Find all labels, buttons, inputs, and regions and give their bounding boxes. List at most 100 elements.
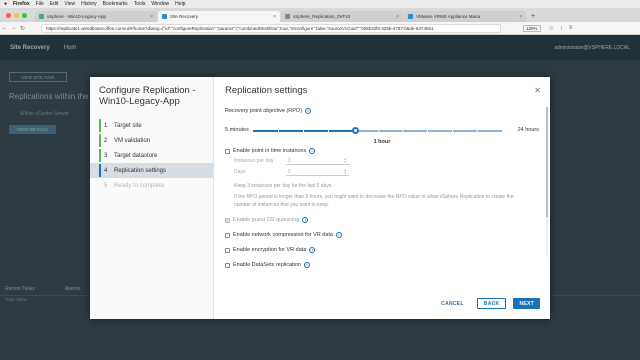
menu-bookmarks[interactable]: Bookmarks	[103, 1, 128, 7]
close-icon[interactable]: ✕	[534, 86, 541, 95]
replications-title: Replications within the	[9, 92, 89, 101]
tab-alarms[interactable]: Alarms	[65, 286, 81, 292]
wizard-step-replication-settings[interactable]: 4 Replication settings	[90, 163, 213, 178]
step-label: VM validation	[114, 137, 151, 144]
address-bar[interactable]: https://repliicate1.wiredbraincoffee.com…	[41, 23, 501, 33]
new-site-pair-button[interactable]: NEW SITE PAIR	[9, 72, 67, 82]
browser-tab[interactable]: VMware VRMS Appliance Mana ×	[404, 11, 526, 22]
info-icon[interactable]: i	[309, 148, 316, 154]
apple-icon[interactable]: ●	[4, 1, 10, 7]
slider-tick	[377, 130, 379, 132]
wizard-footer: CANCEL BACK NEXT	[435, 298, 540, 309]
wizard-content: Replication settings ✕ Recovery point ob…	[214, 77, 550, 319]
encryption-checkbox[interactable]	[225, 247, 230, 253]
field-value: 3	[288, 157, 291, 164]
step-number: 4	[104, 167, 108, 174]
info-icon[interactable]: i	[335, 232, 342, 238]
wizard-step-ready-to-complete: 5 Ready to complete	[90, 178, 213, 193]
next-button[interactable]: NEXT	[513, 298, 540, 309]
cancel-button[interactable]: CANCEL	[435, 298, 470, 309]
datasets-option[interactable]: Enable DataSets replication i	[225, 262, 539, 268]
checkbox-label: Enable DataSets replication	[233, 262, 301, 268]
step-number: 3	[104, 152, 108, 159]
close-tab-icon[interactable]: ×	[150, 14, 153, 20]
configure-replication-dialog: Configure Replication - Win10-Legacy-App…	[90, 77, 550, 319]
menu-tools[interactable]: Tools	[134, 1, 146, 7]
tab-recent-tasks[interactable]: Recent Tasks	[5, 286, 35, 292]
reload-icon[interactable]: ↻	[18, 25, 27, 32]
slider-track[interactable]	[253, 127, 502, 134]
datasets-checkbox[interactable]	[225, 262, 230, 268]
zoom-level[interactable]: 120%	[523, 24, 541, 32]
menu-help[interactable]: Help	[175, 1, 185, 7]
site-recovery-favicon-icon	[162, 14, 167, 19]
menu-view[interactable]: View	[64, 1, 75, 7]
encryption-option[interactable]: Enable encryption for VR data i	[225, 247, 539, 253]
network-compression-option[interactable]: Enable network compression for VR data i	[225, 232, 539, 238]
replications-info: Within vCenter Server	[20, 111, 69, 117]
menu-file[interactable]: File	[36, 1, 44, 7]
stepper-icon: ▲ ▼	[343, 167, 347, 175]
macos-menubar: ● Firefox File Edit View History Bookmar…	[0, 0, 640, 8]
instances-hint: Keep 3 instances per day for the last 5 …	[234, 183, 333, 189]
info-icon[interactable]: i	[305, 108, 312, 114]
menu-app-name[interactable]: Firefox	[13, 1, 30, 7]
point-in-time-checkbox[interactable]	[225, 148, 230, 154]
network-compression-checkbox[interactable]	[225, 232, 230, 238]
rpo-label-text: Recovery point objective (RPO)	[225, 108, 303, 114]
wizard-step-vm-validation[interactable]: 2 VM validation	[90, 133, 213, 148]
tab-label: vSphere - Win10-Legacy-App	[47, 14, 107, 19]
slider-fill	[253, 130, 356, 132]
checkbox-label: Enable point in time instances	[233, 148, 307, 154]
minimize-window-icon[interactable]	[14, 13, 19, 18]
wizard-step-target-datastore[interactable]: 3 Target datastore	[90, 148, 213, 163]
close-tab-icon[interactable]: ×	[396, 14, 399, 20]
step-status-bar	[99, 164, 101, 177]
menu-icon[interactable]: ≡	[569, 25, 573, 32]
menu-window[interactable]: Window	[151, 1, 169, 7]
close-tab-icon[interactable]: ×	[273, 14, 276, 20]
tab-label: VMware VRMS Appliance Mana	[416, 14, 481, 19]
info-icon[interactable]: i	[309, 247, 316, 253]
browser-tab-strip: vSphere - Win10-Legacy-App × Site Recove…	[0, 8, 640, 22]
maximize-window-icon[interactable]	[22, 13, 27, 18]
days-field: Days 5 ▲ ▼	[225, 168, 539, 176]
step-number: 1	[104, 122, 108, 129]
quiescing-checkbox	[225, 217, 230, 223]
slider-thumb[interactable]	[351, 127, 359, 134]
browser-tab[interactable]: vSphere_Replication_0VF10 ×	[281, 11, 403, 22]
step-status-bar	[99, 119, 101, 132]
step-status-bar	[99, 149, 101, 162]
wizard-step-target-site[interactable]: 1 Target site	[90, 118, 213, 133]
back-button[interactable]: BACK	[476, 298, 507, 309]
browser-tab[interactable]: vSphere - Win10-Legacy-App ×	[35, 11, 157, 22]
slider-tick	[402, 130, 404, 132]
point-in-time-option[interactable]: Enable point in time instances i	[225, 148, 539, 154]
slider-tick	[277, 130, 279, 132]
url-text: https://repliicate1.wiredbraincoffee.com…	[46, 25, 434, 31]
menu-edit[interactable]: Edit	[50, 1, 59, 7]
view-details-button[interactable]: VIEW DETAILS	[9, 125, 56, 134]
new-tab-icon[interactable]: +	[531, 13, 535, 20]
user-menu[interactable]: administrator@VSPHERE.LOCAL	[554, 45, 630, 51]
app-brand: Site Recovery	[10, 44, 50, 51]
forward-icon[interactable]: →	[9, 25, 18, 31]
rpo-slider[interactable]: 5 minutes 24 hours	[225, 125, 539, 137]
menu-history[interactable]: History	[81, 1, 97, 7]
back-icon[interactable]: ←	[0, 25, 9, 31]
instances-per-day-field: Instances per day 3 ▲ ▼	[225, 157, 539, 165]
close-window-icon[interactable]	[6, 13, 11, 18]
info-icon[interactable]: i	[302, 217, 309, 223]
browser-tab-active[interactable]: Site Recovery ×	[158, 11, 280, 22]
info-icon[interactable]: i	[303, 262, 310, 268]
close-tab-icon[interactable]: ×	[519, 14, 522, 20]
downloads-icon[interactable]: ↓	[560, 25, 563, 32]
scrollbar-thumb[interactable]	[546, 107, 548, 217]
content-scrollbar[interactable]	[546, 107, 548, 257]
star-icon[interactable]: ☆	[549, 25, 554, 32]
instances-per-day-input: 3 ▲ ▼	[286, 157, 349, 165]
wizard-steps: 1 Target site 2 VM validation 3 Target d…	[90, 118, 213, 193]
home-link[interactable]: Hom	[64, 45, 77, 51]
wizard-title: Configure Replication - Win10-Legacy-App	[99, 85, 196, 107]
slider-tick	[452, 130, 454, 132]
